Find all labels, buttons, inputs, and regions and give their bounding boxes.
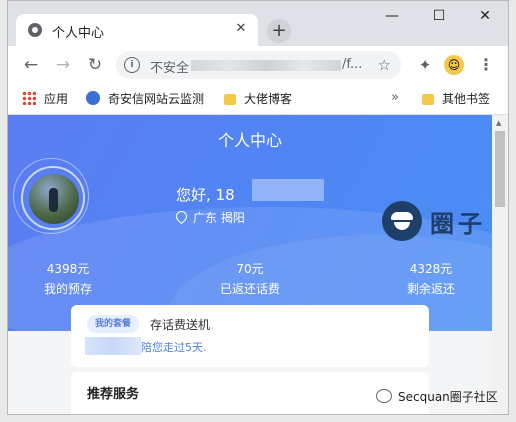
folder-icon (224, 94, 236, 105)
page-title: 个人中心 (217, 131, 282, 150)
url-path: /f... (342, 57, 363, 72)
bookmarks-bar: 应用 奇安信网站云监测 大佬博客 » 其他书签 (8, 84, 508, 115)
section-title: 推荐服务 (87, 387, 140, 402)
wechat-icon (376, 389, 392, 403)
phone-redacted (252, 179, 324, 201)
user-location: 广东 揭阳 (173, 208, 245, 226)
folder-icon (422, 94, 434, 105)
stat-prepaid[interactable]: 4398元 我的预存 (8, 260, 148, 297)
profile-avatar-icon[interactable]: ☺ (444, 55, 464, 75)
scrollbar-thumb[interactable] (495, 131, 505, 207)
new-tab-button[interactable]: + (267, 19, 291, 43)
bookmark-label: 奇安信网站云监测 (108, 92, 205, 106)
page-scrollbar[interactable]: ▲ (492, 115, 508, 414)
location-pin-icon (173, 208, 190, 225)
location-text: 广东 揭阳 (193, 211, 245, 225)
package-card[interactable]: 我的套餐 存话费送机 陪您走过5天. (71, 305, 429, 367)
close-window-button[interactable]: ✕ (465, 5, 505, 27)
scroll-up-icon[interactable]: ▲ (496, 119, 501, 127)
stat-value: 70元 (236, 262, 264, 276)
watermark-logo-icon (382, 201, 422, 241)
bookmark-other[interactable]: 其他书签 (422, 91, 490, 107)
package-name: 存话费送机 (150, 318, 211, 332)
bookmark-label: 其他书签 (442, 92, 491, 106)
stat-value: 4328元 (409, 262, 453, 276)
tab-title: 个人中心 (52, 26, 105, 41)
stat-label: 剩余返还 (406, 282, 455, 296)
greeting-text: 您好, 18 (176, 186, 235, 204)
page-content: 个人中心 您好, 18 广东 揭阳 圈子 4398元 我的预存 70元 已返还话… (8, 115, 492, 414)
reload-button[interactable]: ↻ (84, 54, 106, 76)
stat-label: 已返还话费 (219, 282, 280, 296)
bookmark-label: 大佬博客 (244, 92, 293, 106)
stat-label: 我的预存 (43, 282, 92, 296)
menu-icon[interactable]: ⋮ (476, 55, 496, 75)
apps-grid-icon (22, 91, 36, 105)
browser-toolbar: ← → ↻ i 不安全 /f... ☆ ✦ ☺ ⋮ (8, 46, 508, 84)
url-redacted (191, 60, 341, 71)
package-tag: 我的套餐 (87, 315, 140, 333)
bookmark-blog[interactable]: 大佬博客 (224, 91, 292, 107)
maximize-button[interactable]: ☐ (419, 5, 459, 27)
extensions-icon[interactable]: ✦ (415, 55, 435, 75)
bookmark-apps[interactable]: 应用 (22, 91, 68, 107)
tab-close-icon[interactable]: ✕ (232, 20, 250, 38)
back-button[interactable]: ← (20, 54, 42, 76)
package-message: 陪您走过5天. (141, 341, 207, 354)
bookmark-label: 应用 (44, 92, 69, 106)
profile-header: 个人中心 您好, 18 广东 揭阳 圈子 4398元 我的预存 70元 已返还话… (8, 115, 492, 331)
minimize-button[interactable]: — (372, 5, 412, 27)
tab-personal-center[interactable]: 个人中心 ✕ (16, 14, 258, 46)
browser-window: 个人中心 ✕ + — ☐ ✕ ← → ↻ i 不安全 /f... ☆ ✦ ☺ ⋮… (7, 0, 509, 415)
bookmark-qianxin[interactable]: 奇安信网站云监测 (86, 91, 204, 107)
name-redacted (85, 337, 141, 355)
qianxin-icon (86, 91, 100, 105)
avatar[interactable] (29, 174, 79, 224)
forward-button[interactable]: → (52, 54, 74, 76)
tab-strip: 个人中心 ✕ + — ☐ ✕ (8, 1, 508, 46)
info-icon[interactable]: i (124, 57, 140, 73)
stat-value: 4398元 (46, 262, 90, 276)
footer-watermark: Secquan圈子社区 (376, 388, 498, 405)
bookmark-star-icon[interactable]: ☆ (378, 56, 391, 74)
watermark-text: Secquan圈子社区 (398, 390, 498, 404)
bookmarks-overflow-button[interactable]: » (391, 90, 399, 105)
stat-remaining[interactable]: 4328元 剩余返还 (351, 260, 492, 297)
mask-shape (394, 222, 410, 230)
globe-icon (28, 23, 42, 37)
stat-returned[interactable]: 70元 已返还话费 (170, 260, 330, 297)
hat-shape (391, 212, 413, 220)
watermark-logo-text: 圈子 (430, 210, 486, 238)
address-bar[interactable]: i 不安全 /f... ☆ (116, 51, 401, 79)
insecure-label: 不安全 (150, 61, 190, 76)
